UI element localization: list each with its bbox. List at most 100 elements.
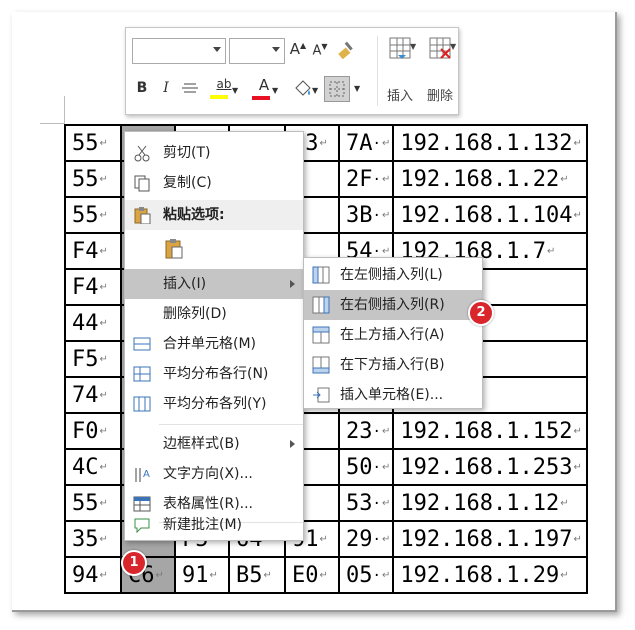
- menu-item-border-styles[interactable]: 边框样式(B): [125, 429, 303, 459]
- ip-cell[interactable]: 192.168.1.12↵: [392, 484, 588, 522]
- menu-item-text-direction[interactable]: A 文字方向(X)...: [125, 459, 303, 489]
- menu-item-insert-cells[interactable]: 插入单元格(E)...: [304, 380, 482, 410]
- menu-item-distribute-rows[interactable]: 平均分布各行(N): [125, 359, 303, 389]
- cell-text: 94: [72, 562, 99, 588]
- ip-cell[interactable]: 192.168.1.22↵: [392, 160, 588, 198]
- insert-button[interactable]: ▼ 插入: [380, 36, 420, 108]
- table-cell[interactable]: 55↵: [64, 160, 122, 198]
- ip-cell[interactable]: 192.168.1.132↵: [392, 124, 588, 162]
- space-mark: ·: [372, 171, 381, 188]
- distribute-rows-icon: [133, 366, 151, 382]
- table-cell[interactable]: 53·↵: [337, 484, 395, 522]
- insert-row-below-icon: [312, 356, 330, 374]
- center-align-button[interactable]: [180, 82, 200, 96]
- borders-button[interactable]: ▼: [324, 76, 368, 104]
- font-size-combo[interactable]: [229, 38, 285, 64]
- table-cell[interactable]: F0↵: [64, 412, 122, 450]
- table-cell[interactable]: 55↵: [64, 124, 122, 162]
- borders-icon: [329, 81, 345, 97]
- cell-text: 192.168.1.152: [400, 418, 573, 444]
- table-cell[interactable]: 50·↵: [337, 448, 395, 486]
- bold-button[interactable]: B: [134, 80, 150, 96]
- menu-item-insert-above[interactable]: 在上方插入行(A): [304, 320, 482, 350]
- space-mark: ·: [372, 459, 381, 476]
- table-cell[interactable]: 7A·↵: [337, 124, 395, 162]
- insert-column-right-icon: [312, 296, 330, 314]
- menu-item-delete-column[interactable]: 删除列(D): [125, 299, 303, 329]
- table-cell[interactable]: E0↵: [284, 556, 340, 594]
- paragraph-mark-icon: ↵: [99, 462, 108, 473]
- menu-item-insert-right[interactable]: 在右侧插入列(R): [304, 290, 482, 320]
- menu-item-cut[interactable]: 剪切(T): [125, 138, 303, 168]
- table-cell[interactable]: 05·↵: [337, 556, 395, 594]
- cell-text: 2F: [346, 166, 373, 192]
- table-cell[interactable]: 94↵: [64, 556, 122, 594]
- insert-row-above-icon: [312, 326, 330, 344]
- paragraph-mark-icon: ↵: [319, 570, 328, 581]
- table-cell[interactable]: 74↵: [64, 376, 122, 414]
- table-cell[interactable]: B5↵: [228, 556, 286, 594]
- menu-item-copy[interactable]: 复制(C): [125, 168, 303, 198]
- cell-text: 74: [72, 382, 99, 408]
- paragraph-mark-icon: ↵: [155, 570, 164, 581]
- paragraph-mark-icon: ↵: [381, 426, 391, 437]
- chevron-down-icon: ▼: [272, 86, 279, 95]
- cell-text: 55: [72, 490, 99, 516]
- table-cell[interactable]: 55↵: [64, 196, 122, 234]
- font-color-swatch: [252, 96, 270, 100]
- table-cell[interactable]: 2F·↵: [337, 160, 395, 198]
- menu-item-new-comment[interactable]: 新建批注(M): [125, 510, 303, 540]
- table-cell[interactable]: 4C↵: [64, 448, 122, 486]
- table-cell[interactable]: 3B·↵: [337, 196, 395, 234]
- ip-cell[interactable]: 192.168.1.29↵: [392, 556, 588, 594]
- menu-item-insert[interactable]: 插入(I): [125, 269, 303, 299]
- paragraph-mark-icon: ↵: [99, 138, 108, 149]
- cell-text: 4C: [72, 454, 99, 480]
- format-painter-button[interactable]: [334, 38, 360, 62]
- paragraph-mark-icon: ↵: [381, 246, 391, 257]
- paragraph-mark-icon: ↵: [99, 174, 108, 185]
- cell-text: 44: [72, 310, 99, 336]
- menu-item-distribute-columns[interactable]: 平均分布各列(Y): [125, 389, 303, 419]
- paragraph-mark-icon: ↵: [99, 246, 108, 257]
- font-color-button[interactable]: A ▼: [248, 76, 280, 104]
- table-cell[interactable]: 35↵: [64, 520, 122, 558]
- table-cell[interactable]: 44↵: [64, 304, 122, 342]
- highlight-color-button[interactable]: ab ▼: [206, 76, 242, 104]
- paragraph-mark-icon: ↵: [263, 570, 272, 581]
- margin-mark: [40, 123, 64, 124]
- menu-item-insert-left[interactable]: 在左侧插入列(L): [304, 260, 482, 290]
- menu-item-insert-below[interactable]: 在下方插入行(B): [304, 350, 482, 380]
- paragraph-mark-icon: ↵: [99, 498, 108, 509]
- shading-button[interactable]: ▼: [286, 78, 320, 104]
- space-mark: ·: [372, 531, 381, 548]
- chevron-down-icon: ▼: [232, 86, 239, 95]
- ip-cell[interactable]: 192.168.1.197↵: [392, 520, 588, 558]
- cell-text: F4: [72, 274, 99, 300]
- table-cell[interactable]: 91↵: [174, 556, 230, 594]
- step-badge-2: 2: [468, 300, 494, 326]
- table-cell[interactable]: 29·↵: [337, 520, 395, 558]
- font-name-combo[interactable]: [132, 38, 226, 64]
- italic-button[interactable]: I: [158, 80, 174, 96]
- delete-button[interactable]: ▼ 删除: [420, 36, 460, 108]
- shrink-font-button[interactable]: A▼: [311, 42, 329, 58]
- table-cell[interactable]: F5↵: [64, 340, 122, 378]
- table-cell[interactable]: 23·↵: [337, 412, 395, 450]
- cell-text: 7A: [346, 130, 373, 156]
- paragraph-mark-icon: ↵: [560, 570, 569, 581]
- ip-cell[interactable]: 192.168.1.104↵: [392, 196, 588, 234]
- cell-text: 192.168.1.132: [400, 130, 573, 156]
- ip-cell[interactable]: 192.168.1.152↵: [392, 412, 588, 450]
- ip-cell[interactable]: 192.168.1.253↵: [392, 448, 588, 486]
- table-cell[interactable]: 55↵: [64, 484, 122, 522]
- paint-bucket-icon: [295, 80, 311, 96]
- paragraph-mark-icon: ↵: [319, 138, 328, 149]
- cell-text: 192.168.1.104: [400, 202, 573, 228]
- paste-keep-source-button[interactable]: [125, 232, 303, 264]
- table-cell[interactable]: F4↵: [64, 268, 122, 306]
- table-cell[interactable]: F4↵: [64, 232, 122, 270]
- paragraph-mark-icon: ↵: [573, 138, 582, 149]
- menu-item-merge-cells[interactable]: 合并单元格(M): [125, 329, 303, 359]
- grow-font-button[interactable]: A▲: [289, 40, 307, 58]
